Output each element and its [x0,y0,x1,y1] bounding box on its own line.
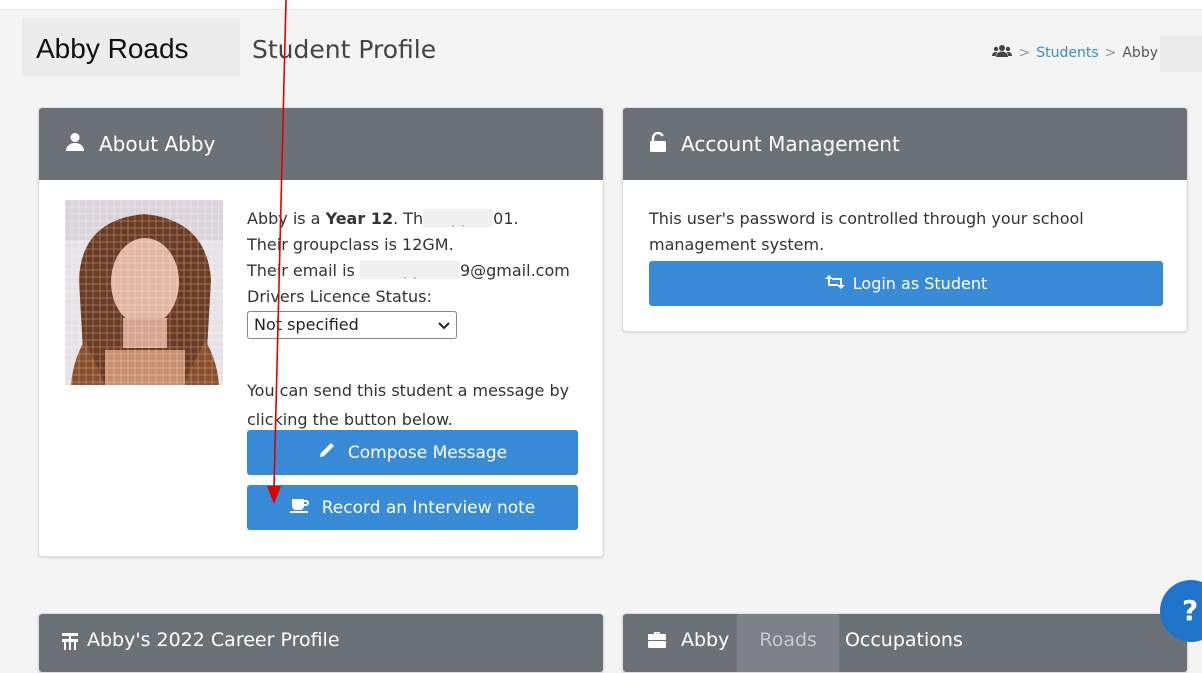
compose-message-button[interactable]: Compose Message [247,430,578,475]
year-level: Year 12 [325,209,394,228]
occupations-title: Occupations [844,629,963,651]
account-panel-title: Account Management [681,132,900,156]
message-instructions: You can send this student a message by c… [247,381,570,429]
top-bar [0,0,1202,10]
account-management-panel: Account Management This user's password … [622,107,1188,332]
occupations-last-name: Roads [737,614,839,672]
users-icon[interactable] [992,44,1013,62]
chevron-down-icon [438,312,450,338]
student-avatar [65,200,223,385]
about-panel: About Abby Abby is a Year 12. Th. . 01. T… [38,107,604,557]
redacted-text: . . [423,209,494,231]
licence-status-select[interactable]: Not specified [247,311,457,339]
road-sign-icon [61,632,79,655]
user-icon [65,132,85,157]
career-panel-title: Abby's 2022 Career Profile [87,629,340,651]
breadcrumb-current: Abby [1122,45,1158,61]
redacted-email: . . [359,261,460,283]
page-title: Student Profile [252,35,437,64]
student-name: Abby Roads [36,33,189,64]
account-panel-header: Account Management [623,108,1187,180]
unlock-icon [649,131,667,157]
licence-label: Drivers Licence Status: [247,287,432,306]
about-panel-title: About Abby [99,132,216,156]
breadcrumb-students-link[interactable]: Students [1036,45,1098,61]
redaction-mask [1160,36,1202,72]
breadcrumb-separator: > [1018,45,1031,61]
career-profile-panel: Abby's 2022 Career Profile [38,613,604,673]
help-icon: ? [1182,594,1199,627]
coffee-icon [289,497,310,518]
password-info: This user's password is controlled throu… [649,209,1084,254]
licence-status-value: Not specified [254,315,359,334]
student-info: Abby is a Year 12. Th. . 01. Their groupc… [247,206,570,339]
record-interview-note-button[interactable]: Record an Interview note [247,485,578,530]
breadcrumb: > Students > Abby [992,44,1158,62]
occupations-first-name: Abby [681,629,730,651]
retweet-icon [824,274,845,293]
occupations-panel: Abby Roads Occupations [622,613,1188,673]
email-tail: 9@gmail.com [459,261,570,280]
about-panel-header: About Abby [39,108,603,180]
pencil-icon [318,441,336,464]
briefcase-icon [647,631,667,654]
breadcrumb-separator: > [1104,45,1117,61]
occupations-panel-header: Abby Roads Occupations [623,614,1187,672]
career-panel-header: Abby's 2022 Career Profile [39,614,603,672]
groupclass-text: Their groupclass is 12GM. [247,235,454,254]
login-as-student-button[interactable]: Login as Student [649,261,1163,306]
